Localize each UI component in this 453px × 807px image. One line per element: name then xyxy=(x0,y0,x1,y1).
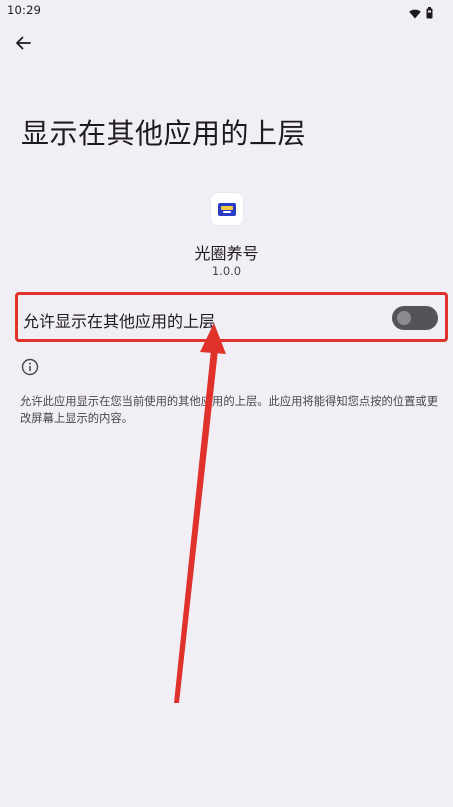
allow-overlay-switch[interactable] xyxy=(392,306,438,330)
status-time: 10:29 xyxy=(7,3,42,17)
permission-description: 允许此应用显示在您当前使用的其他应用的上层。此应用将能得知您点按的位置或更改屏幕… xyxy=(20,395,438,425)
switch-thumb xyxy=(397,311,411,325)
overlay-permission-screen: 10:29 显示在其他应用的上层 光圈养号 1.0.0 允许显示在其他应用的上层… xyxy=(0,0,453,807)
status-icons xyxy=(409,4,433,23)
allow-overlay-label: 允许显示在其他应用的上层 xyxy=(23,312,216,331)
info-icon xyxy=(21,358,39,376)
wifi-icon xyxy=(409,4,421,23)
allow-overlay-setting-row[interactable]: 允许显示在其他应用的上层 xyxy=(15,292,448,342)
battery-icon xyxy=(426,4,433,23)
app-icon xyxy=(211,193,243,225)
app-version: 1.0.0 xyxy=(211,264,242,278)
back-button[interactable] xyxy=(12,34,34,56)
page-title: 显示在其他应用的上层 xyxy=(21,117,307,150)
status-bar: 10:29 xyxy=(0,0,453,22)
arrow-left-icon xyxy=(15,35,31,55)
app-name: 光圈养号 xyxy=(194,244,259,263)
